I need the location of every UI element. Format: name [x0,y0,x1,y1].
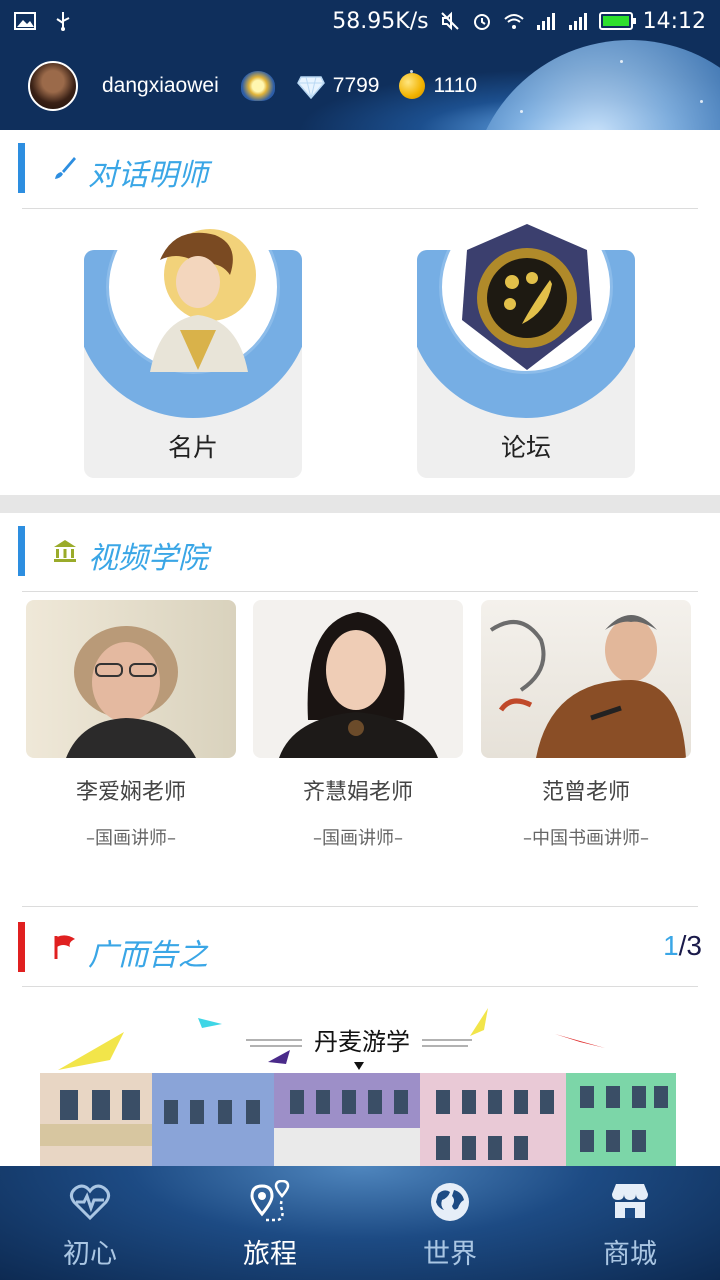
section-accent-bar [18,143,25,193]
network-speed: 58.95K/s [332,8,429,34]
alarm-icon [473,14,490,30]
section-title: 对话明师 [88,158,208,193]
brush-icon [55,157,76,179]
nav-item-shijie[interactable]: 世界 [360,1166,540,1280]
teacher-name: 范曾老师 [541,780,630,805]
nav-item-chuxin[interactable]: 初心 [0,1166,180,1280]
section-divider [22,986,698,987]
academy-icon [54,540,76,562]
banner-title: 丹麦游学 [310,1022,414,1057]
nav-item-lvcheng[interactable]: 旅程 [180,1166,360,1280]
section-divider [22,906,698,907]
username[interactable]: dangxiaowei [102,74,219,98]
nav-label: 世界 [423,1239,477,1270]
section-accent-bar [18,922,25,972]
ad-pager[interactable]: 1/3 [663,930,702,962]
signal-icon-2 [568,13,587,30]
usb-icon [56,12,70,31]
pager-current: 1 [663,930,679,961]
route-pin-icon [250,1179,290,1222]
nav-label: 初心 [63,1239,117,1270]
section-divider [22,208,698,209]
card-label: 论坛 [500,433,551,462]
store-icon [612,1184,648,1218]
teacher-role: –国画讲师– [86,828,176,849]
video-section-header: 视频学院 [0,513,720,589]
bottom-navigation: 初心 旅程 世界 商城 [0,1166,720,1280]
teacher-card[interactable]: 李爱娴老师 –国画讲师– [26,600,236,850]
nav-item-shangcheng[interactable]: 商城 [540,1166,720,1280]
teacher-photo [481,600,691,758]
pager-total: /3 [678,930,702,961]
coin-count: 1110 [433,74,478,97]
battery-icon [598,12,636,30]
teacher-card[interactable]: 齐慧娟老师 –国画讲师– [253,600,463,850]
coin-icon [399,73,426,99]
globe-icon [431,1183,469,1221]
section-title: 视频学院 [88,541,208,576]
rank-badge-icon[interactable] [240,71,275,101]
app-screen: 58.95K/s 14:12 dangxiaowei 7799 1110 对话明… [0,0,720,1280]
character-portrait-icon [150,229,256,372]
header-background: 58.95K/s 14:12 dangxiaowei 7799 1110 [0,0,720,130]
heartbeat-icon [69,1184,111,1221]
ad-banner[interactable]: 丹麦游学 [40,1000,680,1180]
user-bar: dangxiaowei 7799 1110 [0,56,720,116]
nav-label: 旅程 [243,1239,297,1270]
section-accent-bar [18,526,25,576]
teacher-photo [253,600,463,758]
mute-icon [440,11,459,31]
section-gap [0,495,720,513]
diamond-count: 7799 [332,74,380,97]
teacher-role: –国画讲师– [313,828,403,849]
signal-icon [536,13,555,30]
ad-section-header: 广而告之 [0,910,720,986]
status-bar: 58.95K/s 14:12 [0,0,720,42]
wifi-icon [503,14,524,29]
teacher-name: 李爱娴老师 [75,780,186,805]
nav-label: 商城 [603,1239,657,1270]
teacher-card[interactable]: 范曾老师 –中国书画讲师– [481,600,691,850]
diamond-icon [296,75,325,100]
forum-emblem-icon [462,224,592,370]
teacher-photo [26,600,236,758]
teacher-role: –中国书画讲师– [523,828,649,849]
section-title: 广而告之 [88,938,208,973]
gallery-icon [14,12,36,30]
dialogue-section-header: 对话明师 [0,130,720,206]
card-label: 名片 [167,433,218,462]
flag-icon [54,935,75,959]
teacher-name: 齐慧娟老师 [302,780,413,805]
avatar[interactable] [28,61,78,111]
clock: 14:12 [642,8,706,34]
section-divider [22,591,698,592]
